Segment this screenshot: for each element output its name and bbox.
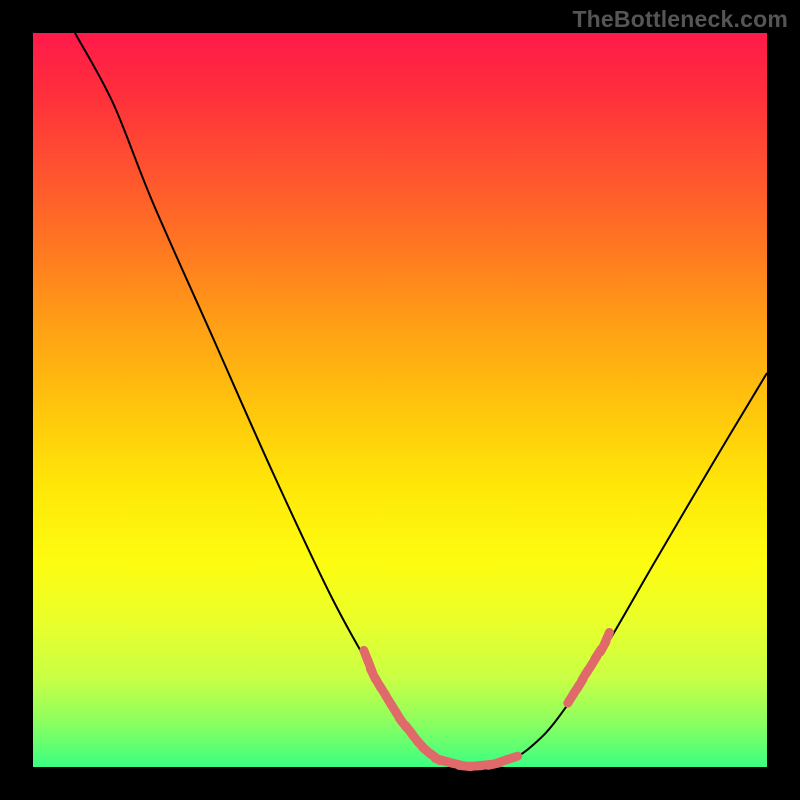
bottleneck-curve	[75, 33, 767, 766]
watermark-text: TheBottleneck.com	[572, 6, 788, 33]
dots-left-group	[364, 650, 440, 760]
dots-right-group	[568, 633, 610, 704]
chart-frame: TheBottleneck.com	[0, 0, 800, 800]
dots-bottom-group	[435, 756, 518, 767]
chart-svg	[33, 33, 767, 767]
curve-marker	[506, 756, 517, 760]
plot-area	[33, 33, 767, 767]
curve-marker	[605, 633, 610, 644]
